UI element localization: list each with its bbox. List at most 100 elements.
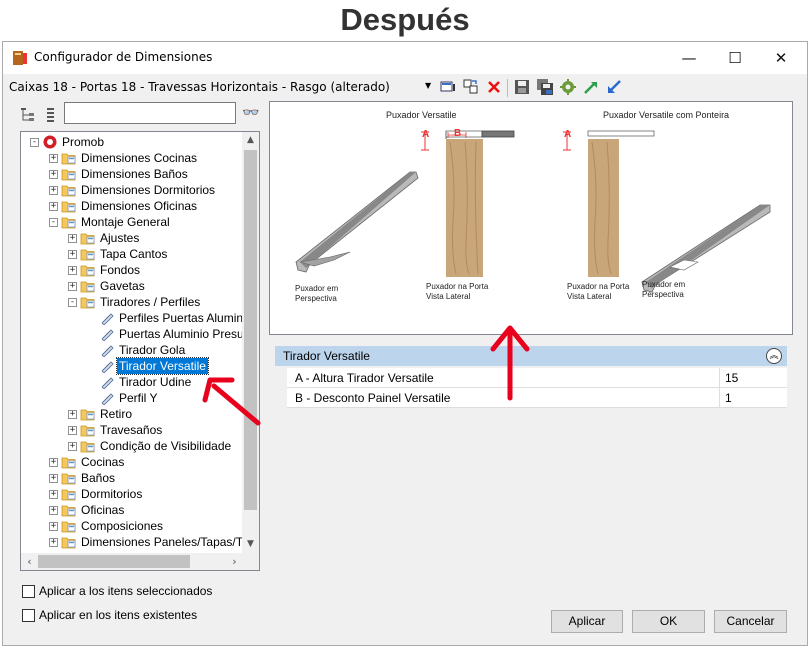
folder-icon [80, 409, 95, 421]
expand-node-icon[interactable]: + [68, 266, 77, 275]
search-input[interactable] [64, 102, 236, 124]
expand-node-icon[interactable]: + [68, 282, 77, 291]
collapse-node-icon[interactable]: - [30, 138, 39, 147]
expand-node-icon[interactable]: + [68, 442, 77, 451]
tree-node[interactable]: + Tapa Cantos [21, 246, 243, 262]
maximize-button[interactable]: ☐ [712, 42, 758, 74]
tree-node-label: Ajustes [100, 231, 140, 245]
collapse-tree-icon[interactable] [45, 107, 57, 123]
property-divider [719, 388, 720, 408]
property-row[interactable]: B - Desconto Painel Versatile 1 [287, 388, 787, 408]
expand-node-icon[interactable]: + [68, 250, 77, 259]
tree-node[interactable]: Perfiles Puertas Aluminio [21, 310, 243, 326]
expand-tree-icon[interactable] [20, 107, 36, 123]
tree-node[interactable]: + Dimensiones Cocinas [21, 150, 243, 166]
tree-node[interactable]: + Dimensiones Baños [21, 166, 243, 182]
add-profile-icon[interactable] [439, 78, 457, 96]
tree-node[interactable]: - Tiradores / Perfiles [21, 294, 243, 310]
profile-item-icon [101, 377, 114, 389]
title-bar: Configurador de Dimensiones — ☐ ✕ [3, 42, 807, 74]
tree-node[interactable]: Perfil Y [21, 390, 243, 406]
save-icon[interactable] [513, 78, 531, 96]
copy-profile-icon[interactable] [462, 78, 480, 96]
tree-node[interactable]: Tirador Udine [21, 374, 243, 390]
scroll-right-icon[interactable]: › [226, 553, 243, 570]
save-as-icon[interactable] [536, 78, 554, 96]
collapse-node-icon[interactable]: - [68, 298, 77, 307]
tree-node[interactable]: Puertas Aluminio Presupu [21, 326, 243, 342]
tree-node[interactable]: + Oficinas [21, 502, 243, 518]
tree-node[interactable]: Tirador Versatile [21, 357, 243, 375]
tree-node[interactable]: + Cocinas [21, 454, 243, 470]
tree-node[interactable]: + Dimensiones Oficinas [21, 198, 243, 214]
tree-node[interactable]: + Ajustes [21, 230, 243, 246]
tree-node[interactable]: + Fondos [21, 262, 243, 278]
apply-selected-checkbox[interactable] [22, 585, 35, 598]
preview-drawing [295, 130, 771, 293]
ok-button[interactable]: OK [632, 610, 705, 633]
tree-vertical-scrollbar[interactable]: ▲ ▼ [242, 132, 259, 553]
property-value-desconto[interactable]: 1 [725, 391, 732, 405]
expand-node-icon[interactable]: + [49, 474, 58, 483]
tree-node-label: Dimensiones Baños [81, 167, 188, 181]
apply-button[interactable]: Aplicar [551, 610, 623, 633]
expand-node-icon[interactable]: + [49, 202, 58, 211]
expand-node-icon[interactable]: + [49, 538, 58, 547]
expand-node-icon[interactable]: + [49, 458, 58, 467]
tree-node[interactable]: - Promob [21, 134, 243, 150]
folder-icon [80, 425, 95, 437]
chevron-down-icon[interactable]: ▼ [425, 81, 431, 90]
export-icon[interactable] [582, 78, 600, 96]
property-group-header[interactable]: Tirador Versatile ︽ [275, 346, 787, 366]
tree-node[interactable]: - Montaje General [21, 214, 243, 230]
expand-node-icon[interactable]: + [49, 154, 58, 163]
expand-node-icon[interactable]: + [49, 522, 58, 531]
tree-node-label: Tapa Cantos [100, 247, 168, 261]
binoculars-icon[interactable]: 👓 [242, 105, 259, 121]
tree-node[interactable]: + Condição de Visibilidade [21, 438, 243, 454]
property-group-title: Tirador Versatile [283, 349, 370, 363]
tree-node[interactable]: + Dimensiones Paneles/Tapas/Tar [21, 534, 243, 550]
expand-node-icon[interactable]: + [49, 186, 58, 195]
tree-horizontal-scrollbar[interactable]: ‹ › [21, 553, 243, 570]
tree-node[interactable]: + Travesaños [21, 422, 243, 438]
cancel-button[interactable]: Cancelar [714, 610, 787, 633]
tree-node-label: Tirador Udine [119, 375, 192, 389]
minimize-button[interactable]: — [666, 42, 712, 74]
delete-icon[interactable] [485, 78, 503, 96]
close-button[interactable]: ✕ [758, 42, 804, 74]
profile-select[interactable]: Caixas 18 - Portas 18 - Travessas Horizo… [9, 80, 390, 94]
apply-existing-checkbox[interactable] [22, 609, 35, 622]
expand-node-icon[interactable]: + [68, 426, 77, 435]
expand-node-icon[interactable]: + [49, 506, 58, 515]
tree-node[interactable]: + Baños [21, 470, 243, 486]
expand-node-icon[interactable]: + [49, 490, 58, 499]
window-title: Configurador de Dimensiones [34, 50, 213, 64]
tree-node[interactable]: + Composiciones [21, 518, 243, 534]
tree-node[interactable]: + Gavetas [21, 278, 243, 294]
tree-node-label: Puertas Aluminio Presupu [119, 327, 243, 341]
tree-node[interactable]: Tirador Gola [21, 342, 243, 358]
collapse-icon[interactable]: ︽ [766, 348, 782, 364]
tree-view[interactable]: - Promob + Dimensiones Cocinas + Dimensiones … [20, 131, 260, 571]
scroll-left-icon[interactable]: ‹ [21, 553, 38, 570]
collapse-node-icon[interactable]: - [49, 218, 58, 227]
settings-icon[interactable] [559, 78, 577, 96]
expand-node-icon[interactable]: + [49, 170, 58, 179]
property-divider [719, 368, 720, 388]
expand-node-icon[interactable]: + [68, 234, 77, 243]
scroll-up-icon[interactable]: ▲ [242, 132, 259, 149]
tree-node[interactable]: + Retiro [21, 406, 243, 422]
scroll-thumb[interactable] [244, 150, 257, 510]
tree-node[interactable]: + Dimensiones Dormitorios [21, 182, 243, 198]
expand-node-icon[interactable]: + [68, 410, 77, 419]
property-row[interactable]: A - Altura Tirador Versatile 15 [287, 368, 787, 388]
property-value-altura[interactable]: 15 [725, 371, 738, 385]
profile-item-icon [101, 313, 114, 325]
tree-node-label: Dormitorios [81, 487, 143, 501]
scroll-thumb-horizontal[interactable] [38, 555, 190, 568]
tree-content: - Promob + Dimensiones Cocinas + Dimensiones … [21, 132, 243, 553]
import-icon[interactable] [605, 78, 623, 96]
tree-node[interactable]: + Dormitorios [21, 486, 243, 502]
scroll-down-icon[interactable]: ▼ [242, 536, 259, 553]
